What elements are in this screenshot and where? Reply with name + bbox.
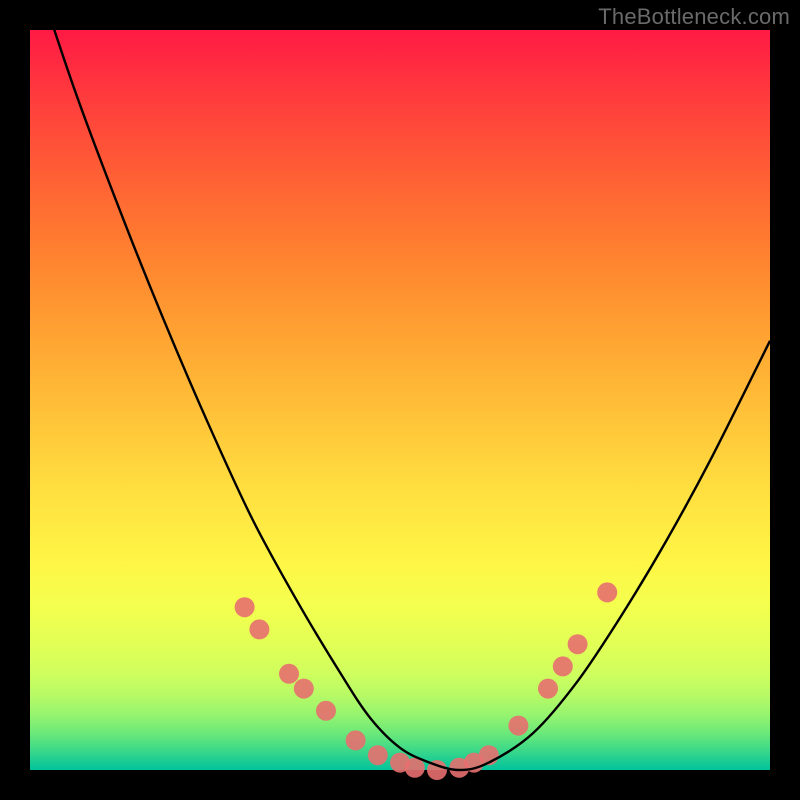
curve-marker — [368, 745, 388, 765]
curve-marker — [538, 679, 558, 699]
curve-marker — [279, 664, 299, 684]
chart-frame: TheBottleneck.com — [0, 0, 800, 800]
curve-marker — [568, 634, 588, 654]
curve-marker — [553, 656, 573, 676]
curve-marker — [316, 701, 336, 721]
curve-markers — [235, 582, 618, 780]
watermark-text: TheBottleneck.com — [598, 4, 790, 30]
curve-marker — [597, 582, 617, 602]
bottleneck-curve — [30, 30, 770, 770]
curve-path — [30, 0, 770, 770]
curve-marker — [294, 679, 314, 699]
curve-marker — [249, 619, 269, 639]
plot-area — [30, 30, 770, 770]
curve-marker — [235, 597, 255, 617]
curve-marker — [508, 716, 528, 736]
curve-marker — [346, 730, 366, 750]
